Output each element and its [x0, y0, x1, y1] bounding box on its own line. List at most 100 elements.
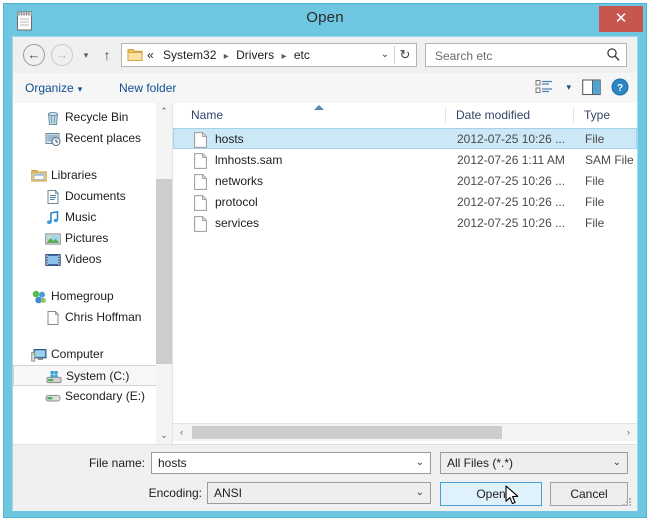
- search-input[interactable]: [433, 44, 602, 68]
- chevron-down-icon[interactable]: ⌄: [416, 453, 424, 473]
- breadcrumb-item-system32[interactable]: System32: [163, 48, 216, 62]
- sidebar-item-label: Music: [65, 207, 96, 228]
- breadcrumb-item-etc[interactable]: etc: [294, 48, 310, 62]
- column-header-name[interactable]: Name: [191, 103, 223, 127]
- file-icon: [194, 195, 207, 211]
- refresh-icon[interactable]: ↻: [395, 44, 415, 66]
- libraries-icon: [31, 168, 47, 184]
- filelist-horizontal-scrollbar[interactable]: ‹ ›: [173, 423, 637, 441]
- sidebar-item-music[interactable]: Music: [13, 207, 172, 228]
- scroll-left-icon[interactable]: ‹: [173, 424, 190, 441]
- system-drive-icon: [46, 369, 62, 385]
- table-row[interactable]: hosts 2012-07-25 10:26 ... File: [173, 128, 637, 149]
- breadcrumb-separator: ▸: [224, 51, 229, 62]
- scrollbar-thumb[interactable]: [156, 179, 172, 364]
- navpane-scrollbar[interactable]: ⌃ ⌄: [156, 103, 172, 444]
- file-type-filter-dropdown[interactable]: All Files (*.*) ⌄: [440, 452, 628, 474]
- sidebar-item-secondary-e[interactable]: Secondary (E:): [13, 386, 172, 407]
- file-name: protocol: [215, 192, 258, 213]
- command-toolbar: Organize▾ New folder ▾: [13, 73, 637, 104]
- file-icon: [194, 174, 207, 190]
- file-name-input[interactable]: hosts ⌄: [151, 452, 431, 474]
- file-type-filter-value: All Files (*.*): [447, 453, 513, 473]
- file-name: services: [215, 213, 259, 234]
- sidebar-item-videos[interactable]: Videos: [13, 249, 172, 270]
- navigation-pane: Recycle Bin Recent place: [13, 103, 172, 444]
- chevron-down-icon[interactable]: ▾: [566, 82, 571, 93]
- breadcrumb-separator: ▸: [281, 51, 286, 62]
- sidebar-item-homegroup[interactable]: Homegroup: [13, 286, 172, 307]
- breadcrumb: « System32 ▸ Drivers ▸ etc: [147, 44, 310, 66]
- address-dropdown-icon[interactable]: ⌄: [376, 44, 394, 66]
- music-icon: [45, 210, 61, 226]
- table-row[interactable]: services 2012-07-25 10:26 ... File: [173, 212, 637, 233]
- encoding-value: ANSI: [214, 483, 242, 503]
- user-folder-icon: [45, 310, 61, 326]
- up-button[interactable]: ↑: [99, 46, 115, 64]
- search-icon[interactable]: [606, 47, 621, 62]
- new-folder-button[interactable]: New folder: [119, 78, 176, 98]
- file-type: File: [585, 213, 604, 234]
- file-list: hosts 2012-07-25 10:26 ... File: [173, 128, 637, 423]
- sidebar-item-label: Chris Hoffman: [65, 307, 141, 328]
- sidebar-item-label: Documents: [65, 186, 126, 207]
- nav-group-gap: [13, 149, 172, 165]
- sidebar-item-libraries[interactable]: Libraries: [13, 165, 172, 186]
- resize-grip[interactable]: [623, 498, 632, 507]
- pictures-icon: [45, 231, 61, 247]
- breadcrumb-item-drivers[interactable]: Drivers: [236, 48, 274, 62]
- organize-button[interactable]: Organize▾: [25, 78, 82, 98]
- column-header-row: Name Date modified Type: [173, 103, 637, 129]
- forward-button[interactable]: →: [51, 44, 73, 66]
- sidebar-item-system-c[interactable]: System (C:): [13, 365, 172, 386]
- recent-locations-button[interactable]: ▾: [79, 49, 93, 61]
- back-button[interactable]: ←: [23, 44, 45, 66]
- file-date-modified: 2012-07-26 1:11 AM: [457, 150, 565, 171]
- file-name: networks: [215, 171, 263, 192]
- sidebar-item-documents[interactable]: Documents: [13, 186, 172, 207]
- help-icon[interactable]: ?: [611, 78, 629, 96]
- column-header-date-modified[interactable]: Date modified: [456, 103, 530, 127]
- sidebar-item-pictures[interactable]: Pictures: [13, 228, 172, 249]
- scroll-up-icon[interactable]: ⌃: [156, 103, 172, 120]
- column-divider[interactable]: [573, 107, 574, 123]
- file-type: File: [585, 171, 604, 192]
- window-title: Open: [4, 9, 646, 26]
- sidebar-item-chris-hoffman[interactable]: Chris Hoffman: [13, 307, 172, 328]
- preview-pane-icon[interactable]: [582, 79, 601, 96]
- scroll-right-icon[interactable]: ›: [620, 424, 637, 441]
- sidebar-item-label: Libraries: [51, 165, 97, 186]
- sidebar-item-computer[interactable]: Computer: [13, 344, 172, 365]
- navigation-bar: ← → ▾ ↑ « System32 ▸: [13, 37, 637, 73]
- table-row[interactable]: lmhosts.sam 2012-07-26 1:11 AM SAM File: [173, 149, 637, 170]
- file-date-modified: 2012-07-25 10:26 ...: [457, 192, 565, 213]
- table-row[interactable]: networks 2012-07-25 10:26 ... File: [173, 170, 637, 191]
- file-date-modified: 2012-07-25 10:26 ...: [457, 129, 565, 150]
- search-box[interactable]: [425, 43, 627, 67]
- scrollbar-thumb[interactable]: [192, 426, 502, 439]
- folder-icon: [127, 48, 143, 62]
- chevron-down-icon[interactable]: ⌄: [613, 453, 621, 473]
- address-bar[interactable]: « System32 ▸ Drivers ▸ etc ⌄ ↻: [121, 43, 417, 67]
- file-date-modified: 2012-07-25 10:26 ...: [457, 171, 565, 192]
- sidebar-item-label: Secondary (E:): [65, 386, 145, 407]
- open-button[interactable]: Open: [440, 482, 542, 506]
- encoding-label: Encoding:: [73, 486, 202, 500]
- dialog-footer: File name: hosts ⌄ All Files (*.*) ⌄ Enc…: [13, 444, 637, 511]
- nav-group-gap: [13, 328, 172, 344]
- column-header-type[interactable]: Type: [584, 103, 610, 127]
- close-button[interactable]: ✕: [599, 6, 643, 32]
- chevron-down-icon: ▾: [78, 84, 83, 94]
- computer-icon: [31, 347, 47, 363]
- sidebar-item-recent-places[interactable]: Recent places: [13, 128, 172, 149]
- chevron-down-icon[interactable]: ⌄: [416, 483, 424, 503]
- encoding-dropdown[interactable]: ANSI ⌄: [207, 482, 431, 504]
- scroll-down-icon[interactable]: ⌄: [156, 427, 172, 444]
- view-list-icon[interactable]: [535, 79, 553, 96]
- column-divider[interactable]: [445, 107, 446, 123]
- documents-icon: [45, 189, 61, 205]
- sidebar-item-recycle-bin[interactable]: Recycle Bin: [13, 107, 172, 128]
- breadcrumb-prefix[interactable]: «: [147, 48, 154, 62]
- cancel-button[interactable]: Cancel: [550, 482, 628, 506]
- table-row[interactable]: protocol 2012-07-25 10:26 ... File: [173, 191, 637, 212]
